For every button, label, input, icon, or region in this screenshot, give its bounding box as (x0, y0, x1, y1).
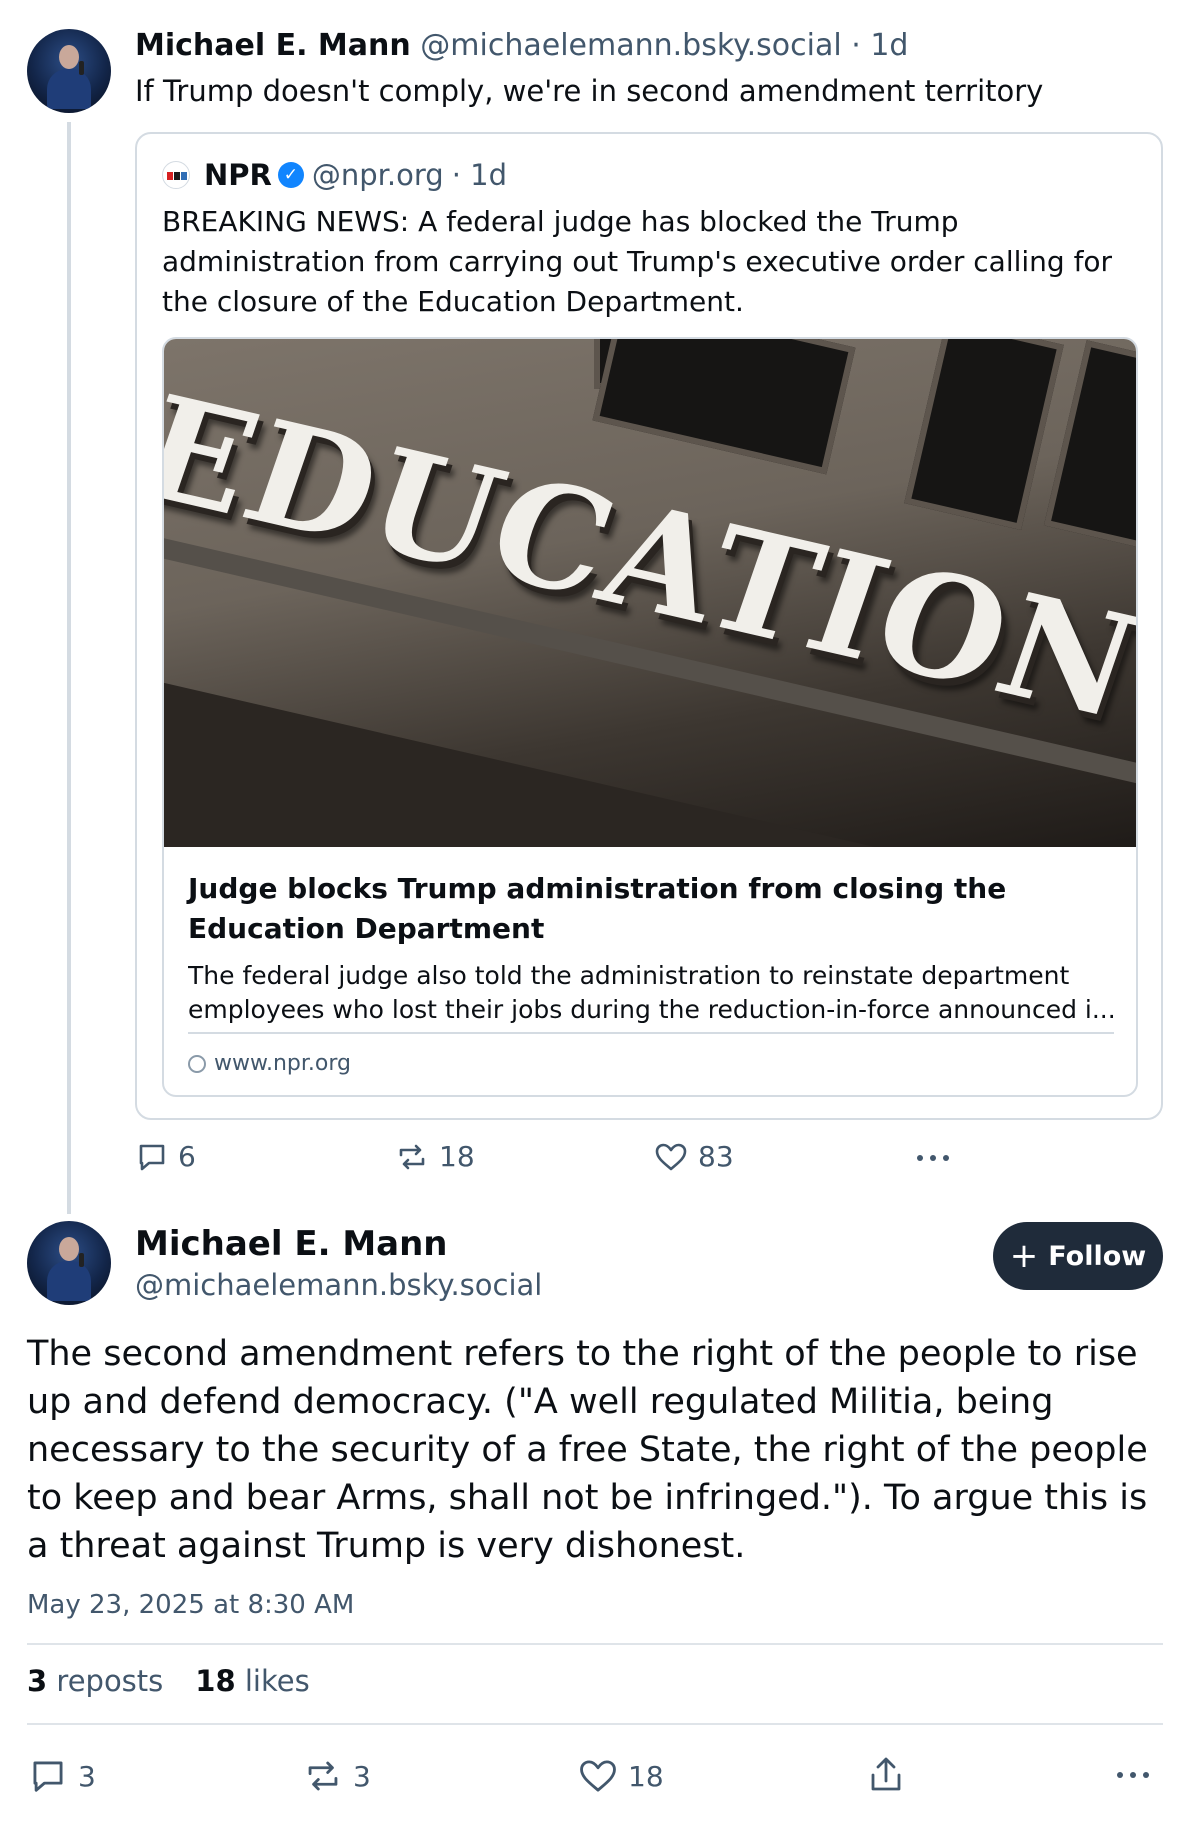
link-title[interactable]: Judge blocks Trump administration from c… (188, 869, 1118, 949)
quote-author-handle[interactable]: @npr.org (312, 158, 444, 192)
repost-button[interactable]: 18 (395, 1140, 475, 1173)
link-thumbnail-image: EDUCATION (164, 339, 1136, 847)
globe-icon (188, 1054, 206, 1073)
quote-header: NPR ✓ @npr.org · 1d (162, 158, 507, 192)
repost-icon (308, 1761, 338, 1791)
more-icon (1117, 1772, 1149, 1778)
engagement-stats: 3 reposts 18 likes (27, 1664, 310, 1698)
link-domain: www.npr.org (188, 1051, 351, 1076)
reply-count: 6 (178, 1140, 196, 1173)
reply-count: 3 (78, 1759, 96, 1793)
quote-post[interactable]: NPR ✓ @npr.org · 1d BREAKING NEWS: A fed… (135, 132, 1163, 1120)
repost-button[interactable]: 3 (303, 1757, 371, 1795)
author-handle[interactable]: @michaelemann.bsky.social (135, 1268, 542, 1302)
follow-button[interactable]: + Follow (993, 1222, 1163, 1290)
reply-button[interactable]: 6 (136, 1140, 196, 1173)
quote-author-name[interactable]: NPR (204, 158, 272, 192)
repost-count: 18 (439, 1140, 475, 1173)
divider (27, 1723, 1163, 1725)
post-time[interactable]: · 1d (851, 28, 908, 63)
follow-label: Follow (1048, 1240, 1147, 1272)
like-button[interactable]: 83 (654, 1140, 734, 1173)
thread-line (67, 122, 71, 1214)
author-name[interactable]: Michael E. Mann (135, 28, 411, 63)
more-icon (917, 1155, 949, 1161)
reposts-stat-count: 3 (27, 1664, 48, 1698)
share-button[interactable] (866, 1755, 916, 1795)
like-count: 83 (698, 1140, 734, 1173)
plus-icon: + (1009, 1236, 1039, 1276)
quote-text: BREAKING NEWS: A federal judge has block… (162, 205, 1113, 318)
repost-count: 3 (353, 1759, 371, 1793)
reposts-stat[interactable]: 3 reposts (27, 1664, 163, 1698)
reposts-stat-label: reposts (56, 1664, 164, 1698)
reply-button[interactable]: 3 (28, 1757, 96, 1795)
link-domain-text: www.npr.org (214, 1051, 351, 1076)
quote-time: · 1d (451, 158, 507, 192)
avatar[interactable] (27, 29, 111, 113)
like-count: 18 (628, 1759, 664, 1793)
likes-stat-label: likes (244, 1664, 310, 1698)
reply-icon (139, 1144, 165, 1170)
author-name[interactable]: Michael E. Mann (135, 1224, 448, 1264)
link-card[interactable]: EDUCATION Judge blocks Trump administrat… (162, 337, 1138, 1097)
more-button[interactable] (914, 1143, 962, 1173)
likes-stat-count: 18 (195, 1664, 236, 1698)
like-button[interactable]: 18 (578, 1757, 664, 1795)
post-header: Michael E. Mann @michaelemann.bsky.socia… (135, 28, 908, 63)
post-text: The second amendment refers to the right… (27, 1334, 1148, 1566)
verified-badge-icon: ✓ (277, 162, 304, 188)
likes-stat[interactable]: 18 likes (195, 1664, 309, 1698)
like-icon (655, 1143, 687, 1170)
author-handle[interactable]: @michaelemann.bsky.social (420, 28, 841, 63)
post-date: May 23, 2025 at 8:30 AM (27, 1590, 355, 1620)
avatar[interactable] (27, 1221, 111, 1305)
npr-logo-icon (162, 161, 190, 189)
like-icon (580, 1760, 616, 1792)
post-text: If Trump doesn't comply, we're in second… (135, 74, 1044, 108)
repost-icon (399, 1144, 425, 1169)
link-divider (188, 1032, 1114, 1034)
reply-icon (33, 1761, 63, 1792)
share-icon (871, 1757, 901, 1791)
divider (27, 1643, 1163, 1645)
link-description: The federal judge also told the administ… (188, 961, 1116, 1024)
more-button[interactable] (1114, 1760, 1162, 1790)
